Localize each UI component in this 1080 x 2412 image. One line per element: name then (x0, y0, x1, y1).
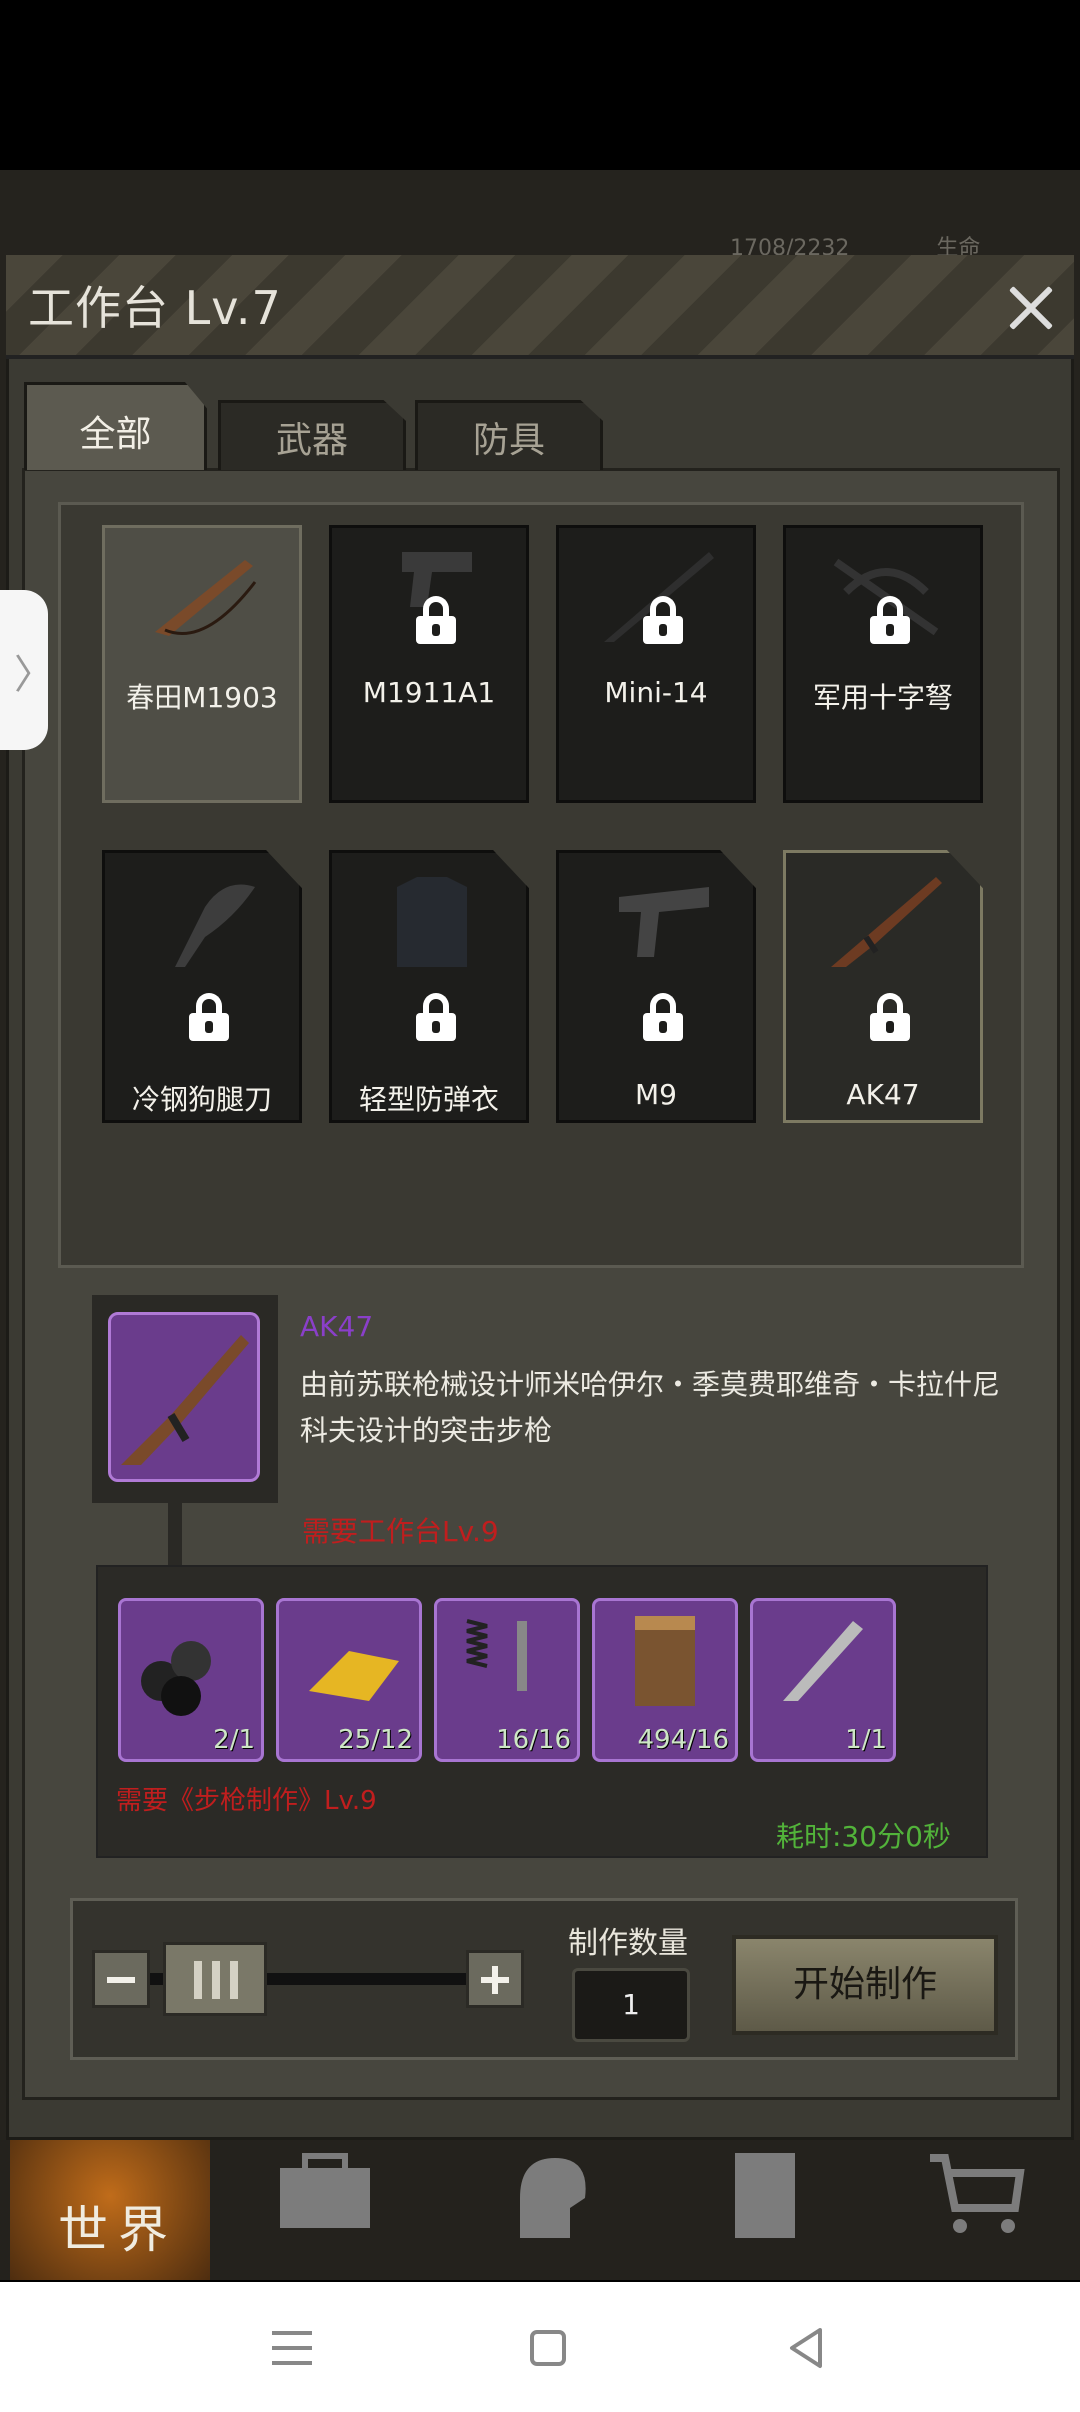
quantity-field[interactable]: 1 (572, 1968, 690, 2042)
gun-part-icon (783, 1621, 863, 1701)
lock-icon (643, 993, 683, 1041)
slider-handle[interactable] (163, 1942, 267, 2016)
recipe-name: 军用十字弩 (812, 681, 953, 714)
spring-bolt-icon (466, 1619, 527, 1691)
wood-block-icon (635, 1616, 695, 1706)
material-count: 494/16 (637, 1725, 729, 1755)
recipe-name: 冷钢狗腿刀 (131, 1083, 272, 1116)
recipe-name: M9 (635, 1078, 677, 1111)
ak47-icon (121, 1335, 249, 1465)
pipes-icon (141, 1641, 211, 1716)
home-icon[interactable] (518, 2318, 578, 2378)
item-description: 由前苏联枪械设计师米哈伊尔・季莫费耶维奇・卡拉什尼科夫设计的突击步枪 (300, 1368, 1001, 1447)
time-cost: 耗时:30分0秒 (776, 1820, 951, 1853)
quantity-label: 制作数量 (568, 1926, 688, 1961)
close-button[interactable] (1000, 278, 1060, 338)
recipe-card[interactable]: M9 (556, 850, 756, 1123)
chevron-right-icon: 〉 (14, 652, 54, 698)
lock-icon (416, 993, 456, 1041)
tab-armor[interactable]: 防具 (415, 400, 603, 470)
recipe-card[interactable]: 军用十字弩 (783, 525, 983, 803)
back-icon[interactable] (776, 2318, 836, 2378)
ak47-icon (831, 877, 942, 967)
vest-icon (397, 877, 467, 967)
menu-icon[interactable] (262, 2318, 322, 2378)
material-count: 2/1 (213, 1725, 255, 1755)
nav-world-label: 世界 (58, 2201, 178, 2259)
recipe-name: Mini-14 (604, 676, 708, 709)
recipe-name: 春田M1903 (126, 681, 278, 714)
material-slot[interactable]: 1/1 (750, 1598, 896, 1762)
lock-icon (189, 993, 229, 1041)
gold-bar-icon (309, 1651, 399, 1701)
increase-button[interactable] (466, 1950, 524, 2008)
material-slot[interactable]: 16/16 (434, 1598, 580, 1762)
recipe-name: AK47 (846, 1078, 920, 1111)
material-slot[interactable]: 494/16 (592, 1598, 738, 1762)
material-count: 1/1 (845, 1725, 887, 1755)
tab-all[interactable]: 全部 (24, 382, 207, 470)
lock-icon (416, 596, 456, 644)
decrease-button[interactable] (92, 1950, 150, 2008)
start-craft-button[interactable]: 开始制作 (732, 1935, 998, 2035)
recipe-card-selected[interactable]: AK47 (783, 850, 983, 1123)
side-drawer-tab[interactable]: 〉 (0, 590, 54, 750)
lock-icon (870, 993, 910, 1041)
tab-weapons[interactable]: 武器 (218, 400, 406, 470)
recipe-card[interactable]: Mini-14 (556, 525, 756, 803)
material-count: 25/12 (338, 1725, 413, 1755)
material-slot[interactable]: 2/1 (118, 1598, 264, 1762)
lock-icon (870, 596, 910, 644)
cart-icon[interactable] (920, 2148, 1030, 2238)
detail-thumbnail (108, 1312, 260, 1482)
panel-title: 工作台 Lv.7 (28, 281, 282, 335)
backpack-icon[interactable] (270, 2148, 380, 2238)
recipe-card[interactable]: 春田M1903 (102, 525, 302, 803)
recipe-card[interactable]: 轻型防弹衣 (329, 850, 529, 1123)
item-name: AK47 (300, 1310, 374, 1343)
recipe-name: M1911A1 (362, 676, 496, 709)
recipe-card[interactable]: M1911A1 (329, 525, 529, 803)
recipe-card[interactable]: 冷钢狗腿刀 (102, 850, 302, 1123)
connector-line (168, 1503, 182, 1565)
recipe-name: 轻型防弹衣 (358, 1083, 499, 1116)
head-skills-icon[interactable] (490, 2148, 600, 2238)
lock-icon (643, 596, 683, 644)
skill-requirement: 需要《步枪制作》Lv.9 (116, 1786, 377, 1816)
machete-icon (175, 884, 255, 967)
rifle-icon (155, 560, 257, 636)
material-slot[interactable]: 25/12 (276, 1598, 422, 1762)
pistol-icon (619, 887, 709, 957)
workbench-requirement: 需要工作台Lv.9 (302, 1515, 499, 1548)
material-count: 16/16 (496, 1725, 571, 1755)
phone-icon[interactable] (710, 2148, 820, 2238)
